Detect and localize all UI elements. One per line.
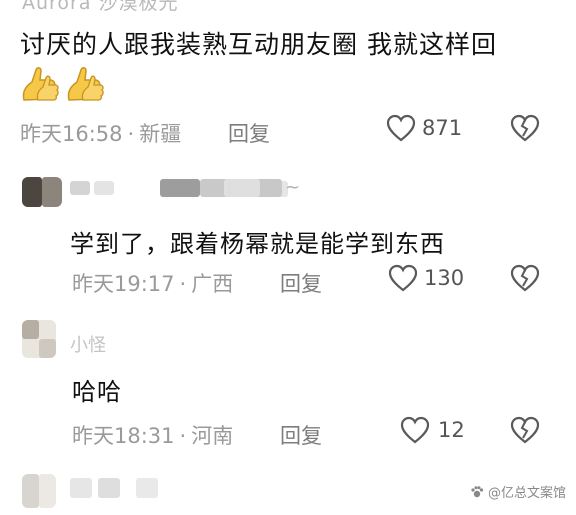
dislike-button[interactable]	[510, 416, 540, 448]
dislike-button[interactable]	[510, 264, 540, 296]
like-count: 871	[422, 116, 463, 140]
reply-text: 哈哈	[72, 378, 122, 406]
like-count: 130	[424, 266, 465, 290]
heart-icon	[388, 264, 418, 292]
reply-button[interactable]: 回复	[280, 268, 322, 298]
reply-time: 昨天18:31	[72, 424, 175, 448]
reply-text: 学到了，跟着杨幂就是能学到东西	[70, 230, 445, 258]
dislike-button[interactable]	[510, 114, 540, 146]
reply-time: 昨天19:17	[72, 272, 175, 296]
separator: ·	[127, 122, 135, 146]
thumbs-up-icon	[22, 67, 59, 101]
avatar[interactable]	[22, 474, 56, 508]
comment-time: 昨天16:58	[20, 122, 123, 146]
username-blurred[interactable]	[70, 478, 190, 500]
reply-meta: 昨天18:31 · 河南	[72, 420, 233, 450]
paw-icon	[471, 485, 484, 497]
reply-button[interactable]: 回复	[228, 118, 270, 148]
comment-text: 讨厌的人跟我装熟互动朋友圈 我就这样回	[20, 30, 497, 59]
separator: ·	[179, 424, 187, 448]
like-count: 12	[438, 418, 465, 442]
comment-meta: 昨天16:58 · 新疆	[20, 118, 181, 148]
watermark: @亿总文案馆	[470, 482, 566, 501]
broken-heart-icon	[510, 264, 540, 292]
reply-button[interactable]: 回复	[280, 420, 322, 450]
like-button[interactable]: 12	[400, 416, 465, 444]
reply-meta: 昨天19:17 · 广西	[72, 268, 233, 298]
separator: ·	[179, 272, 187, 296]
username-partial[interactable]: Aurora 沙漠极光	[22, 0, 179, 15]
comment-location: 新疆	[139, 122, 182, 146]
username-blurred[interactable]: ~	[70, 177, 390, 201]
avatar[interactable]	[22, 320, 56, 358]
username[interactable]: 小怪	[70, 331, 106, 357]
reply-location: 河南	[191, 424, 234, 448]
username-suffix: ~	[285, 177, 301, 198]
like-button[interactable]: 871	[386, 114, 462, 142]
watermark-text: @亿总文案馆	[487, 486, 566, 501]
heart-icon	[400, 416, 430, 444]
reply-location: 广西	[191, 272, 234, 296]
thumbs-up-icon	[67, 67, 104, 101]
avatar[interactable]	[22, 177, 62, 207]
like-button[interactable]: 130	[388, 264, 464, 292]
broken-heart-icon	[510, 416, 540, 444]
broken-heart-icon	[510, 114, 540, 142]
emoji-row	[20, 66, 105, 106]
heart-icon	[386, 114, 416, 142]
